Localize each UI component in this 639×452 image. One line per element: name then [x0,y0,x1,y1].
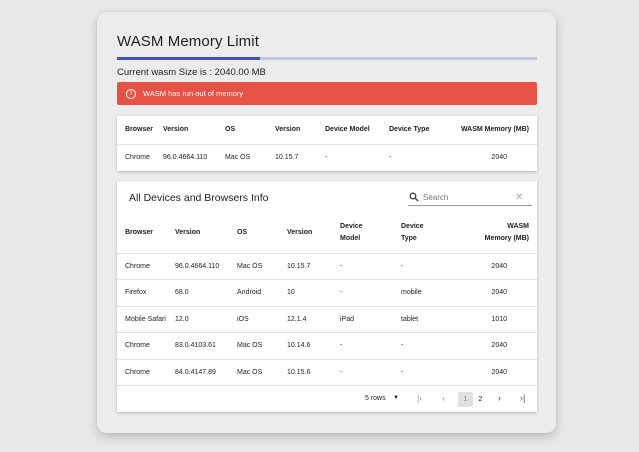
header-version: Version [175,213,237,254]
search-icon [409,192,419,202]
cell-device-model: - [325,154,328,162]
memory-card: WASM Memory Limit Current wasm Size is :… [97,12,556,433]
cell-wasm-memory: 1010 [461,306,537,333]
header-wasm-memory: WASM Memory (MB) [461,213,537,254]
cell-os: Mac OS [225,154,251,162]
devices-table-toolbar: All Devices and Browsers Info ✕ [117,181,537,213]
current-size-text: Current wasm Size is : 2040.00 MB [117,67,266,78]
header-os-version: Version [287,213,340,254]
error-icon: ! [126,88,136,99]
summary-header-row: Browser Version OS Version Device Model … [117,116,537,145]
cell-os-version: 10.15.7 [287,253,340,280]
previous-page-icon[interactable]: ‹ [442,393,445,403]
cell-wasm-memory: 2040 [461,253,537,280]
devices-table: Browser Version OS Version Device Model D… [117,213,537,386]
cell-os-version: 12.1.4 [287,306,340,333]
header-device-model: Device Model [340,213,401,254]
header-browser: Browser [117,116,163,145]
cell-browser: Chrome [117,253,175,280]
table-row: Chrome 83.0.4103.61 Mac OS 10.14.6 - - 2… [117,332,537,360]
cell-version: 12.0 [175,306,237,333]
table-row: Chrome 84.0.4147.89 Mac OS 10.15.6 - - 2… [117,359,537,386]
cell-device-type: tablet [401,306,461,333]
cell-os: Mac OS [237,359,287,386]
cell-wasm-memory: 2040 [461,279,537,307]
table-row: Chrome 96.0.4664.110 Mac OS 10.15.7 - - … [117,144,537,171]
header-os: OS [225,116,275,145]
header-device-type: Device Type [389,116,449,145]
clear-search-icon[interactable]: ✕ [515,192,523,203]
table-row: Mobile Safari 12.0 iOS 12.1.4 iPad table… [117,306,537,333]
cell-wasm-memory: 2040 [461,359,537,386]
page-button-1[interactable]: 1 [458,392,473,407]
cell-version: 83.0.4103.61 [175,332,237,360]
cell-browser: Mobile Safari [117,306,175,333]
header-device-model: Device Model [325,116,389,145]
cell-browser: Chrome [117,332,175,360]
cell-os-version: 10.15.6 [287,359,340,386]
cell-browser: Chrome [125,154,150,162]
cell-device-model: - [340,253,401,280]
alert-text: WASM has run out of memory [143,89,244,98]
cell-browser: Chrome [117,359,175,386]
header-browser: Browser [117,213,175,254]
cell-device-type: mobile [401,279,461,307]
cell-version: 96.0.4664.110 [163,154,208,162]
cell-browser: Firefox [117,279,175,307]
devices-header-row: Browser Version OS Version Device Model D… [117,213,537,254]
header-os: OS [237,213,287,254]
cell-wasm-memory: 2040 [491,154,507,162]
pagination: 5 rows ▼ |‹ ‹ 1 2 › ›| [117,386,537,412]
page-title: WASM Memory Limit [117,33,259,50]
cell-device-model: - [340,279,401,307]
next-page-icon[interactable]: › [498,393,501,403]
memory-progress-fill [117,57,260,60]
cell-device-type: - [401,253,461,280]
cell-device-type: - [389,154,392,162]
cell-os: Mac OS [237,332,287,360]
cell-device-type: - [401,359,461,386]
cell-os-version: 10.15.7 [275,154,299,162]
header-wasm-memory: WASM Memory (MB) [449,116,537,145]
cell-version: 96.0.4664.110 [175,253,237,280]
cell-os-version: 10 [287,279,340,307]
page-button-2[interactable]: 2 [473,392,488,407]
cell-os: Android [237,279,287,307]
summary-table: Browser Version OS Version Device Model … [117,116,537,171]
table-row: Firefox 68.0 Android 10 - mobile 2040 [117,279,537,307]
devices-table-card: All Devices and Browsers Info ✕ Browser … [117,181,537,412]
cell-device-model: - [340,359,401,386]
search-box: ✕ [408,189,532,206]
rows-per-page-select[interactable]: 5 rows [365,395,386,402]
out-of-memory-alert: ! WASM has run out of memory [117,82,537,105]
memory-progress-bar [117,57,537,60]
cell-device-model: - [340,332,401,360]
cell-version: 84.0.4147.89 [175,359,237,386]
search-input[interactable] [423,192,513,202]
header-os-version: Version [275,116,325,145]
table-row: Chrome 96.0.4664.110 Mac OS 10.15.7 - - … [117,253,537,280]
cell-os-version: 10.14.6 [287,332,340,360]
last-page-icon[interactable]: ›| [520,393,525,403]
header-device-type: Device Type [401,213,461,254]
summary-table-card: Browser Version OS Version Device Model … [117,116,537,171]
header-version: Version [163,116,225,145]
cell-wasm-memory: 2040 [461,332,537,360]
cell-version: 68.0 [175,279,237,307]
devices-table-title: All Devices and Browsers Info [129,192,269,204]
cell-os: Mac OS [237,253,287,280]
cell-os: iOS [237,306,287,333]
chevron-down-icon[interactable]: ▼ [393,395,399,401]
cell-device-type: - [401,332,461,360]
cell-device-model: iPad [340,306,401,333]
first-page-icon[interactable]: |‹ [417,393,422,403]
